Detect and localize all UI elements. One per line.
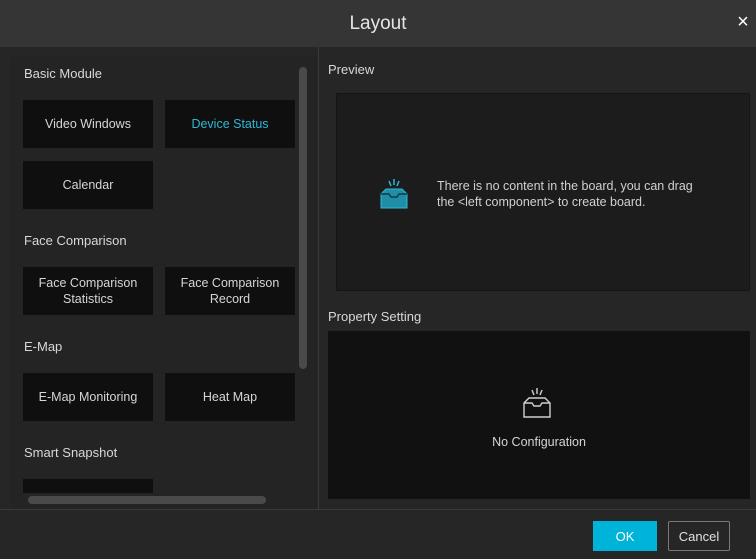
layout-dialog: Layout × Basic Module Video Windows Devi…	[0, 0, 756, 559]
cancel-button[interactable]: Cancel	[668, 521, 730, 551]
property-setting-panel: No Configuration	[328, 331, 750, 499]
empty-tray-icon	[523, 388, 551, 418]
tile-video-windows[interactable]: Video Windows	[23, 100, 153, 148]
tile-heat-map[interactable]: Heat Map	[165, 373, 295, 421]
ok-button[interactable]: OK	[593, 521, 657, 551]
preview-message-line1: There is no content in the board, you ca…	[437, 179, 693, 193]
preview-board[interactable]: There is no content in the board, you ca…	[336, 93, 750, 291]
section-e-map: E-Map	[24, 339, 63, 354]
tile-face-comparison-statistics[interactable]: Face Comparison Statistics	[23, 267, 153, 315]
tile-face-comparison-record[interactable]: Face Comparison Record	[165, 267, 295, 315]
no-configuration-message: No Configuration	[492, 435, 586, 449]
property-setting-label: Property Setting	[328, 309, 422, 324]
horizontal-scrollbar[interactable]	[28, 496, 266, 504]
preview-empty-message: There is no content in the board, you ca…	[437, 178, 693, 210]
tile-calendar[interactable]: Calendar	[23, 161, 153, 209]
preview-label: Preview	[328, 62, 375, 77]
tile-emap-monitoring[interactable]: E-Map Monitoring	[23, 373, 153, 421]
component-list-panel: Basic Module Video Windows Device Status…	[10, 57, 317, 509]
dialog-title: Layout	[349, 13, 407, 34]
tile-smart-snapshot-partial[interactable]	[23, 479, 153, 493]
panel-divider	[318, 47, 319, 509]
preview-message-line2: the <left component> to create board.	[437, 195, 646, 209]
footer-divider	[0, 509, 756, 510]
close-icon[interactable]: ×	[734, 11, 752, 33]
title-bar: Layout ×	[0, 0, 756, 47]
section-face-comparison: Face Comparison	[24, 233, 127, 248]
empty-tray-icon	[380, 179, 408, 209]
tile-device-status[interactable]: Device Status	[165, 100, 295, 148]
section-basic-module: Basic Module	[24, 66, 103, 81]
section-smart-snapshot: Smart Snapshot	[24, 445, 118, 460]
vertical-scrollbar[interactable]	[299, 67, 307, 369]
